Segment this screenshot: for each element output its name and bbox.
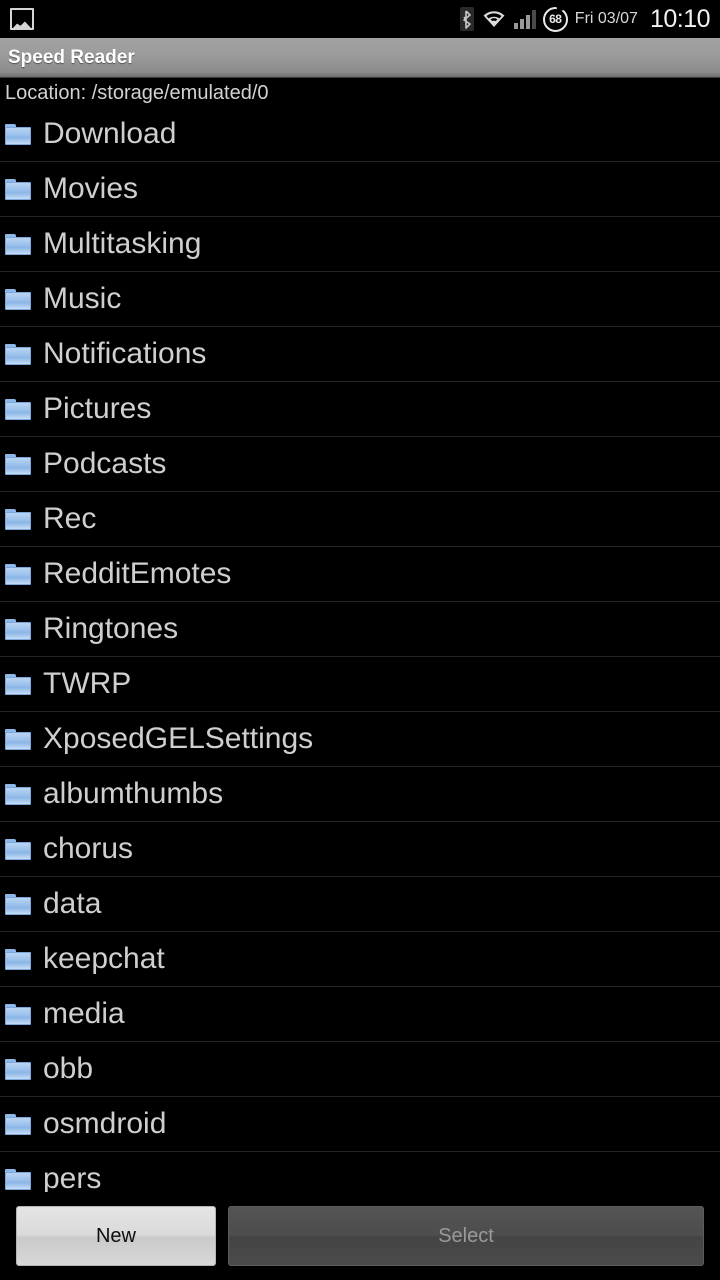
list-item[interactable]: obb	[0, 1042, 720, 1097]
list-item[interactable]: Multitasking	[0, 217, 720, 272]
image-icon	[10, 8, 34, 30]
list-item-label: Rec	[43, 502, 97, 535]
list-item[interactable]: Podcasts	[0, 437, 720, 492]
list-item-label: Music	[43, 282, 122, 315]
list-item-label: chorus	[43, 832, 134, 865]
list-item-label: keepchat	[43, 942, 165, 975]
folder-icon	[5, 838, 31, 860]
list-item-label: TWRP	[43, 667, 132, 700]
location-path: Location: /storage/emulated/0	[0, 79, 720, 107]
list-item[interactable]: chorus	[0, 822, 720, 877]
list-item[interactable]: keepchat	[0, 932, 720, 987]
list-item-label: Movies	[43, 172, 139, 205]
list-item[interactable]: Pictures	[0, 382, 720, 437]
select-button-label: Select	[438, 1224, 494, 1247]
folder-icon	[5, 1168, 31, 1190]
list-item[interactable]: osmdroid	[0, 1097, 720, 1152]
app-title: Speed Reader	[8, 46, 135, 68]
battery-level-label: 68	[549, 12, 562, 26]
battery-icon: 68	[542, 6, 568, 32]
list-item-label: Notifications	[43, 337, 207, 370]
folder-icon	[5, 1113, 31, 1135]
list-item-label: albumthumbs	[43, 777, 224, 810]
list-item-label: Pictures	[43, 392, 152, 425]
list-item-label: Multitasking	[43, 227, 202, 260]
bluetooth-icon	[459, 7, 474, 31]
list-item[interactable]: albumthumbs	[0, 767, 720, 822]
list-item-label: Ringtones	[43, 612, 179, 645]
folder-icon	[5, 233, 31, 255]
list-item-label: osmdroid	[43, 1107, 167, 1140]
select-button[interactable]: Select	[228, 1206, 704, 1266]
folder-icon	[5, 398, 31, 420]
list-item[interactable]: Movies	[0, 162, 720, 217]
list-item-label: media	[43, 997, 125, 1030]
status-bar-system-icons: 68 Fri 03/07 10:10	[459, 4, 720, 34]
folder-list[interactable]: Download Movies Multitasking Music Notificat…	[0, 107, 720, 1192]
folder-icon	[5, 1003, 31, 1025]
status-bar-time: 10:10	[649, 4, 711, 33]
folder-icon	[5, 178, 31, 200]
cell-signal-icon	[513, 9, 536, 29]
list-item[interactable]: TWRP	[0, 657, 720, 712]
list-item-label: obb	[43, 1052, 94, 1085]
new-button[interactable]: New	[16, 1206, 216, 1266]
status-bar-notifications	[0, 8, 460, 30]
folder-icon	[5, 783, 31, 805]
list-item[interactable]: data	[0, 877, 720, 932]
list-item[interactable]: Notifications	[0, 327, 720, 382]
list-item[interactable]: RedditEmotes	[0, 547, 720, 602]
bottom-button-bar: New Select	[0, 1192, 720, 1280]
folder-icon	[5, 673, 31, 695]
list-item[interactable]: Rec	[0, 492, 720, 547]
list-item[interactable]: media	[0, 987, 720, 1042]
list-item-label: Download	[43, 117, 177, 150]
list-item-label: XposedGELSettings	[43, 722, 314, 755]
folder-icon	[5, 893, 31, 915]
folder-icon	[5, 288, 31, 310]
folder-icon	[5, 618, 31, 640]
folder-icon	[5, 728, 31, 750]
folder-icon	[5, 1058, 31, 1080]
list-item-label: Podcasts	[43, 447, 167, 480]
new-button-label: New	[95, 1224, 136, 1247]
list-item-label: RedditEmotes	[43, 557, 232, 590]
folder-icon	[5, 123, 31, 145]
folder-icon	[5, 453, 31, 475]
list-item[interactable]: XposedGELSettings	[0, 712, 720, 767]
folder-icon	[5, 563, 31, 585]
wifi-icon	[481, 9, 507, 29]
list-item[interactable]: Ringtones	[0, 602, 720, 657]
list-item-label: data	[43, 887, 102, 920]
folder-icon	[5, 948, 31, 970]
phone-screen: 68 Fri 03/07 10:10 Speed Reader Location…	[0, 0, 720, 1280]
folder-icon	[5, 343, 31, 365]
list-item[interactable]: Music	[0, 272, 720, 327]
status-bar-date: Fri 03/07	[574, 10, 638, 27]
folder-icon	[5, 508, 31, 530]
list-item-label: pers	[43, 1162, 102, 1193]
list-item[interactable]: pers	[0, 1152, 720, 1192]
list-item[interactable]: Download	[0, 107, 720, 162]
status-bar: 68 Fri 03/07 10:10	[0, 0, 720, 38]
app-title-bar: Speed Reader	[0, 38, 720, 78]
